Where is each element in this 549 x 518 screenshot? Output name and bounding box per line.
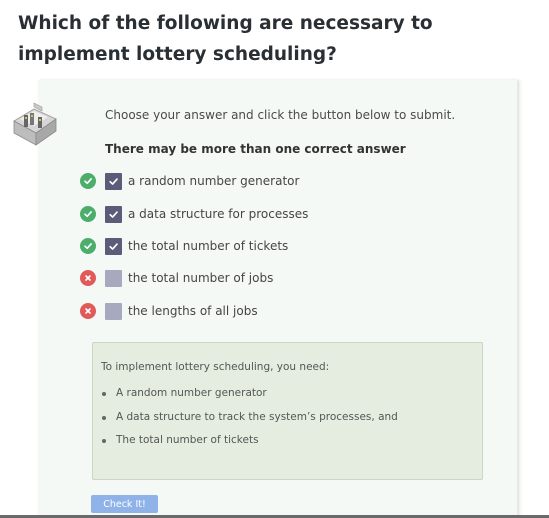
question-title: Which of the following are necessary to …	[18, 13, 433, 65]
option-label: the lengths of all jobs	[128, 304, 258, 318]
correct-check-icon	[80, 173, 96, 189]
incorrect-x-icon	[80, 270, 96, 286]
option-checkbox[interactable]	[105, 172, 122, 190]
correct-check-icon	[80, 238, 96, 254]
correct-check-icon	[80, 206, 96, 222]
option-label: the total number of jobs	[128, 271, 274, 285]
option-random-number-generator[interactable]: a random number generator	[80, 171, 299, 191]
server-room-illustration	[8, 99, 60, 149]
feedback-item: A data structure to track the system’s p…	[101, 411, 482, 435]
option-label: a random number generator	[128, 174, 300, 188]
option-label: a data structure for processes	[128, 207, 309, 221]
feedback-panel: To implement lottery scheduling, you nee…	[92, 342, 483, 480]
feedback-item: The total number of tickets	[101, 434, 482, 458]
option-data-structure[interactable]: a data structure for processes	[80, 204, 308, 224]
feedback-item: A random number generator	[101, 387, 482, 411]
option-total-tickets[interactable]: the total number of tickets	[80, 236, 288, 256]
multi-answer-hint: There may be more than one correct answe…	[105, 142, 406, 156]
incorrect-x-icon	[80, 303, 96, 319]
quiz-page: Which of the following are necessary to …	[0, 0, 549, 518]
option-checkbox[interactable]	[105, 302, 122, 320]
option-checkbox[interactable]	[105, 269, 122, 287]
option-checkbox[interactable]	[105, 205, 122, 223]
option-total-jobs[interactable]: the total number of jobs	[80, 268, 273, 288]
feedback-list: A random number generator A data structu…	[101, 387, 482, 458]
instructions-text: Choose your answer and click the button …	[105, 108, 456, 122]
feedback-intro: To implement lottery scheduling, you nee…	[101, 361, 330, 373]
option-checkbox[interactable]	[105, 237, 122, 255]
option-job-lengths[interactable]: the lengths of all jobs	[80, 301, 258, 321]
option-label: the total number of tickets	[128, 239, 289, 253]
check-it-button[interactable]: Check It!	[91, 495, 158, 513]
